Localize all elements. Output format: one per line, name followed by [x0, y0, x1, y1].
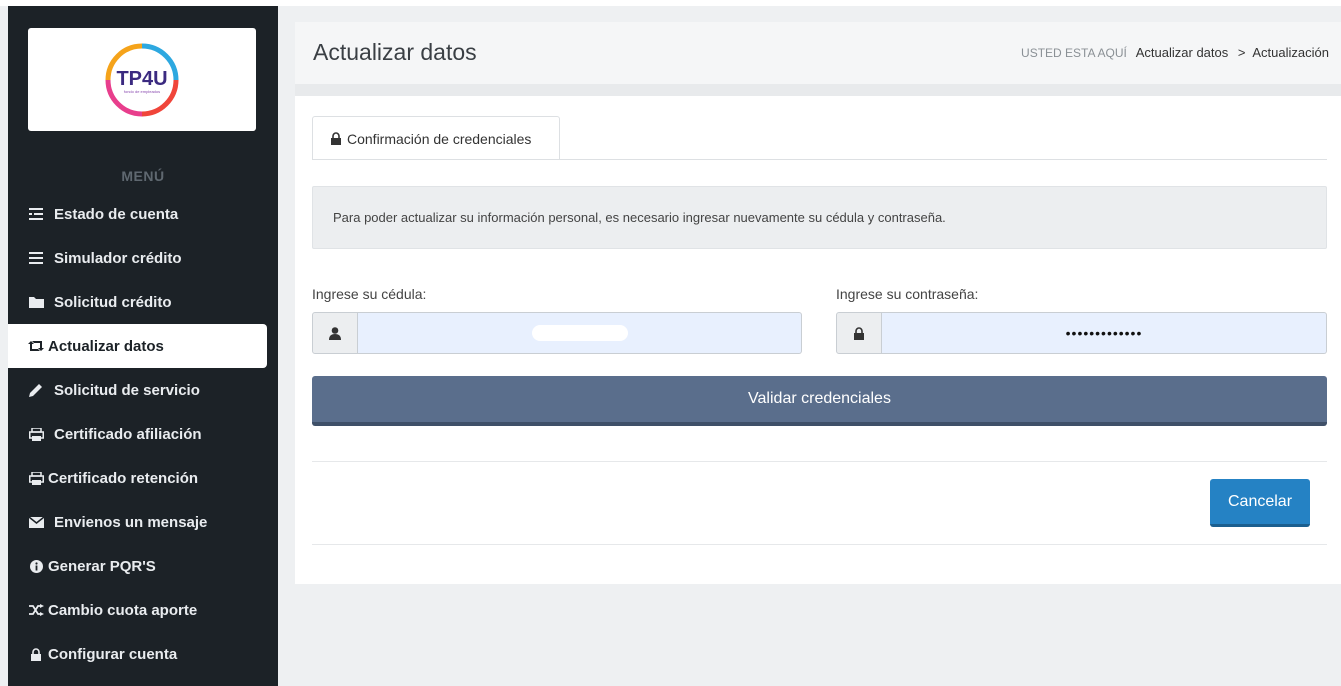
sidebar-item-cambio-cuota[interactable]: Cambio cuota aporte [8, 588, 266, 632]
sidebar-item-certificado-retencion[interactable]: Certificado retención [8, 456, 266, 500]
breadcrumb-label: USTED ESTA AQUÍ [1021, 46, 1127, 60]
sidebar-item-label: Cambio cuota aporte [48, 601, 198, 619]
sidebar-item-configurar-cuenta[interactable]: Configurar cuenta [8, 632, 266, 676]
password-label: Ingrese su contraseña: [836, 286, 979, 302]
sidebar: TP4U fondo de empleados MENÚ Estado de c… [8, 6, 278, 686]
lock-icon [28, 646, 44, 662]
print-icon [28, 426, 44, 442]
sidebar-item-certificado-afiliacion[interactable]: Certificado afiliación [8, 412, 266, 456]
menu-title: MENÚ [121, 168, 165, 184]
sidebar-item-label: Envienos un mensaje [54, 513, 208, 531]
list-icon [28, 206, 44, 222]
bars-icon [28, 250, 44, 266]
sidebar-item-label: Certificado retención [48, 469, 199, 487]
password-input[interactable]: ••••••••••••• [882, 312, 1327, 354]
page-header: Actualizar datos USTED ESTA AQUÍ Actuali… [295, 22, 1341, 84]
user-icon [312, 312, 358, 354]
sidebar-item-generar-pqrs[interactable]: Generar PQR'S [8, 544, 266, 588]
sidebar-item-label: Certificado afiliación [54, 425, 202, 443]
retweet-icon [28, 338, 44, 354]
tabs-divider [312, 159, 1327, 160]
sidebar-menu: Estado de cuenta Simulador crédito Solic… [8, 192, 278, 676]
info-alert: Para poder actualizar su información per… [312, 186, 1327, 249]
breadcrumb-link-actualizar-datos[interactable]: Actualizar datos [1136, 45, 1229, 60]
folder-icon [28, 294, 44, 310]
sidebar-item-solicitud-credito[interactable]: Solicitud crédito [8, 280, 266, 324]
cedula-input[interactable] [358, 312, 802, 354]
divider [312, 461, 1327, 462]
breadcrumb-current: Actualización [1252, 45, 1329, 60]
cedula-input-group [312, 312, 802, 354]
breadcrumb-separator: > [1237, 45, 1246, 60]
cancelar-button[interactable]: Cancelar [1210, 479, 1310, 527]
validar-credenciales-button[interactable]: Validar credenciales [312, 376, 1327, 426]
sidebar-item-estado-cuenta[interactable]: Estado de cuenta [8, 192, 266, 236]
sidebar-item-simulador-credito[interactable]: Simulador crédito [8, 236, 266, 280]
logo[interactable]: TP4U fondo de empleados [28, 28, 256, 131]
tab-confirmacion-credenciales[interactable]: Confirmación de credenciales [312, 116, 560, 160]
divider [312, 544, 1327, 545]
cedula-label: Ingrese su cédula: [312, 286, 427, 302]
password-input-group: ••••••••••••• [836, 312, 1327, 354]
pencil-icon [28, 382, 44, 398]
breadcrumb: USTED ESTA AQUÍ Actualizar datos > Actua… [1021, 45, 1329, 60]
sidebar-item-label: Estado de cuenta [54, 205, 179, 223]
sidebar-item-label: Solicitud crédito [54, 293, 172, 311]
tp4u-logo-icon: TP4U fondo de empleados [105, 43, 179, 116]
sidebar-item-label: Simulador crédito [54, 249, 182, 267]
logo-text: TP4U [116, 68, 167, 90]
logo-tagline: fondo de empleados [124, 89, 160, 94]
random-icon [28, 602, 44, 618]
envelope-icon [28, 514, 44, 530]
sidebar-item-envienos-mensaje[interactable]: Envienos un mensaje [8, 500, 266, 544]
password-value: ••••••••••••• [1065, 325, 1143, 341]
lock-icon [330, 132, 342, 145]
info-icon [28, 558, 44, 574]
page-title: Actualizar datos [313, 39, 477, 65]
sidebar-item-label: Generar PQR'S [48, 557, 156, 575]
sidebar-item-label: Configurar cuenta [48, 645, 178, 663]
sidebar-item-label: Solicitud de servicio [54, 381, 200, 399]
sidebar-item-label: Actualizar datos [48, 337, 164, 355]
tab-label: Confirmación de credenciales [347, 130, 532, 147]
sidebar-item-actualizar-datos[interactable]: Actualizar datos [8, 324, 267, 368]
sidebar-item-solicitud-servicio[interactable]: Solicitud de servicio [8, 368, 266, 412]
main-content: Actualizar datos USTED ESTA AQUÍ Actuali… [295, 22, 1341, 584]
alert-text: Para poder actualizar su información per… [333, 210, 946, 225]
header-separator [295, 84, 1341, 96]
lock-icon [836, 312, 882, 354]
print-icon [28, 470, 44, 486]
redacted-value [531, 325, 628, 341]
